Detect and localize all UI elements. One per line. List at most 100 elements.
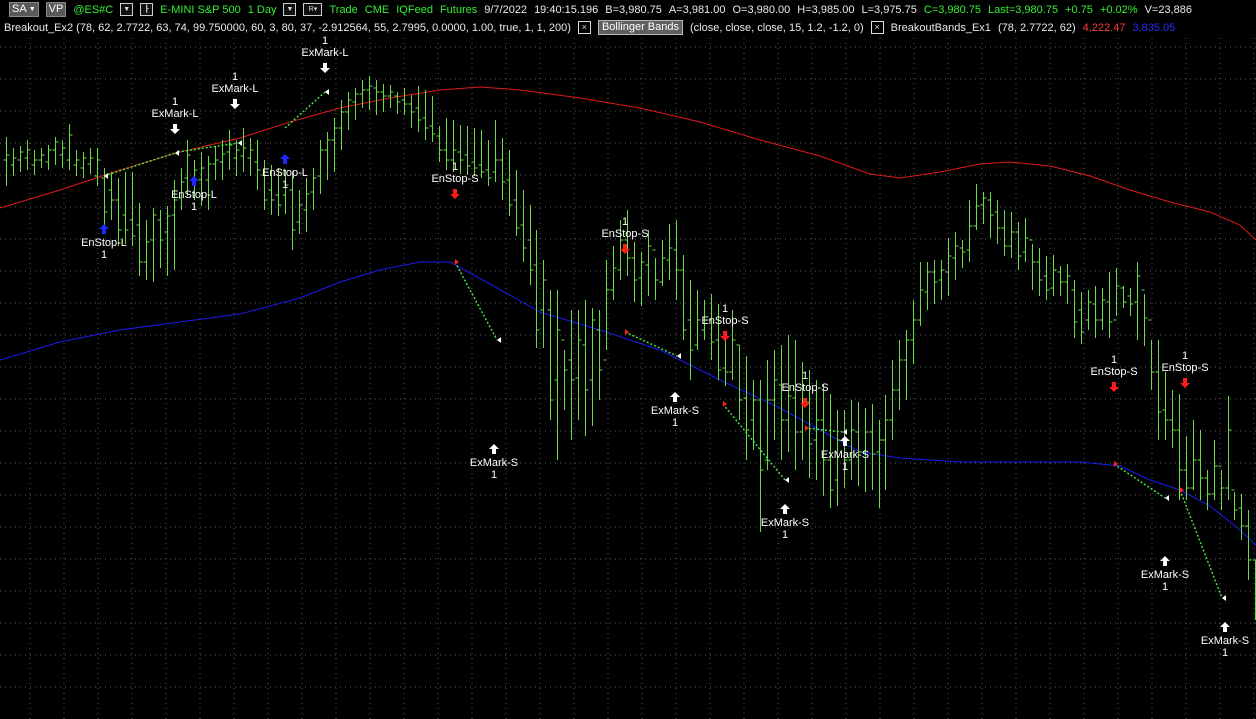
ohlc-bar [876, 420, 883, 508]
signal-qty: 1 [782, 529, 788, 541]
ohlc-bar [896, 340, 903, 410]
signal-label: ExMark-L [301, 47, 348, 59]
arrow-down-icon [1180, 378, 1190, 388]
arrow-up-icon [280, 154, 290, 164]
ohlc-bar [31, 150, 38, 175]
signal-marker: ExMark-S1 [1201, 622, 1249, 659]
ohlc-bar [296, 190, 303, 234]
ohlc-bar [952, 232, 959, 280]
trade-tick-icon [723, 401, 727, 407]
ohlc-bar [652, 249, 659, 300]
signal-marker: ExMark-S1 [651, 392, 699, 429]
trade-line [1113, 463, 1166, 499]
ohlc-bar [136, 203, 143, 276]
symbol-dropdown-icon[interactable]: ▼ [120, 3, 134, 16]
vp-button[interactable]: VP [45, 2, 67, 17]
signal-qty: 1 [842, 461, 848, 473]
strategy-label[interactable]: Breakout_Ex2 (78, 62, 2.7722, 63, 74, 99… [4, 22, 571, 34]
signal-qty: 1 [282, 179, 288, 191]
ohlc-bar [24, 140, 31, 170]
ask-label: A=3,981.00 [668, 3, 726, 16]
symbol-label[interactable]: @ES#C [73, 4, 113, 16]
trade-tick-icon [805, 425, 809, 431]
change-pct-label: +0.02% [1099, 3, 1138, 16]
ohlc-bar [931, 260, 938, 304]
arrow-up-icon [840, 436, 850, 446]
ohlc-bar [673, 220, 680, 300]
lower-band-line [0, 261, 1256, 546]
signal-label: ExMark-S [1141, 569, 1189, 581]
ohlc-bar [889, 360, 896, 440]
ohlc-bar [520, 190, 527, 262]
signal-marker: ExMark-S1 [1141, 556, 1189, 593]
trade-tick-icon [497, 337, 501, 343]
ohlc-bar [401, 88, 408, 115]
ohlc-bar [1057, 266, 1064, 296]
ohlc-bar [820, 384, 827, 496]
ohlc-bar [1106, 272, 1113, 338]
signal-label: ExMark-S [1201, 635, 1249, 647]
ohlc-bar [1148, 319, 1155, 390]
signal-marker: EnStop-L1 [262, 154, 308, 191]
ohlc-bar [1099, 288, 1106, 330]
trade-tick-icon [455, 259, 459, 265]
ohlc-bar [1155, 340, 1162, 440]
trade-line [103, 152, 176, 177]
ohlc-bar [1197, 430, 1204, 500]
remove-strategy-icon[interactable]: × [577, 21, 591, 34]
signal-label: ExMark-S [761, 517, 809, 529]
sa-label: SA [12, 3, 27, 15]
ohlc-bar [736, 344, 743, 420]
signal-marker: EnStop-S1 [431, 161, 479, 199]
ohlc-bar [10, 148, 17, 176]
ohlc-bar [366, 76, 373, 110]
ohlc-bar [1022, 218, 1029, 262]
ohlc-bar [659, 240, 666, 286]
bands-name[interactable]: BreakoutBands_Ex1 [891, 22, 991, 34]
signal-qty: 1 [452, 161, 458, 173]
trade-tick-icon [1222, 595, 1226, 601]
ohlc-bar [429, 96, 436, 142]
trade-tick-icon [175, 150, 179, 156]
ohlc-bar [687, 280, 694, 380]
ohlc-bar [80, 152, 87, 178]
ohlc-bar [303, 178, 310, 232]
ohlc-bar [108, 172, 115, 220]
signal-marker: ExMark-S1 [470, 444, 518, 481]
ohlc-bar [492, 120, 499, 182]
indicator-bar: Breakout_Ex2 (78, 62, 2.7722, 63, 74, 99… [0, 19, 1256, 36]
bands-params: (78, 2.7722, 62) [997, 21, 1076, 34]
trade-tick-icon [325, 89, 329, 95]
interval-label[interactable]: 1 Day [248, 4, 277, 16]
ohlc-bar [792, 340, 799, 470]
ohlc-bar [1015, 222, 1022, 270]
chart-type-icon[interactable]: ┠ [140, 3, 154, 16]
ohlc-bar [561, 339, 568, 410]
ohlc-bar [1113, 268, 1120, 321]
signal-qty: 1 [1162, 581, 1168, 593]
symbol-toolbar: SA ▼ VP @ES#C ▼ ┠ E-MINI S&P 500 1 Day ▼ … [0, 0, 1256, 19]
r-dropdown-button[interactable]: R▾ [303, 3, 323, 16]
signal-label: ExMark-S [470, 457, 518, 469]
ohlc-bar [380, 84, 387, 112]
high-label: H=3,985.00 [797, 3, 855, 16]
signal-qty: 1 [191, 201, 197, 213]
ohlc-bar [855, 402, 862, 486]
bollinger-bands-button[interactable]: Bollinger Bands [597, 20, 683, 35]
ohlc-bar [247, 138, 254, 176]
trade-label[interactable]: Trade [329, 4, 357, 16]
interval-dropdown-icon[interactable]: ▼ [283, 3, 297, 16]
sa-button[interactable]: SA ▼ [9, 2, 39, 17]
ohlc-bar [408, 95, 415, 128]
ohlc-bar [45, 145, 52, 170]
remove-bollinger-icon[interactable]: × [870, 21, 884, 34]
ohlc-bar [575, 310, 582, 420]
date-label: 9/7/2022 [484, 3, 528, 16]
ohlc-bar [233, 140, 240, 176]
arrow-down-icon [720, 331, 730, 341]
price-chart[interactable]: EnStop-L1EnStop-L1ExMark-L1ExMark-L1EnSt… [0, 0, 1256, 719]
low-label: L=3,975.75 [861, 3, 917, 16]
signal-qty: 1 [722, 303, 728, 315]
arrow-down-icon [620, 244, 630, 254]
signal-marker: ExMark-L1 [151, 96, 199, 134]
